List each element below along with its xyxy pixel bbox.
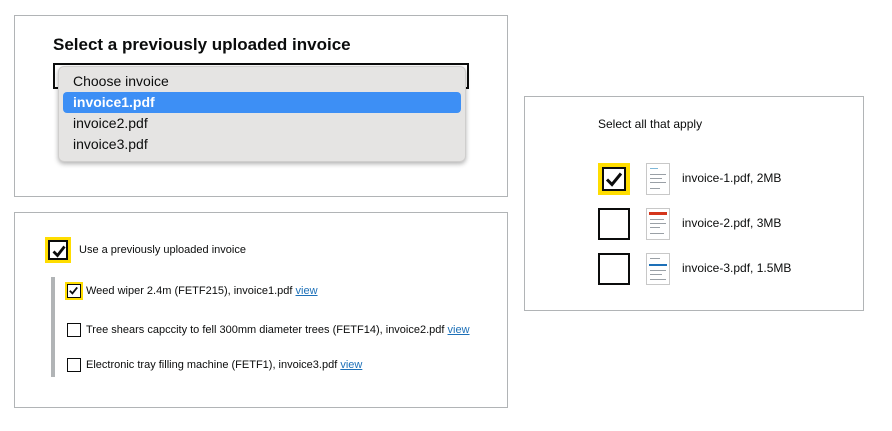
check-icon [69,286,78,295]
file-select-panel: Select all that apply invoice-1.pdf, 2MB [524,96,864,311]
tray-filling-checkbox[interactable] [67,358,81,372]
select-all-hint: Select all that apply [598,117,703,131]
select-heading: Select a previously uploaded invoice [53,35,351,54]
invoice-2-name: invoice-2.pdf, 3MB [682,216,782,230]
option-invoice2[interactable]: invoice2.pdf [63,113,461,134]
tree-shears-checkbox[interactable] [67,323,81,337]
option-choose-invoice[interactable]: Choose invoice [63,71,461,92]
weed-wiper-checkbox[interactable] [65,282,83,300]
tray-filling-label: Electronic tray filling machine (FETF1),… [86,359,338,371]
invoice-item-row: Electronic tray filling machine (FETF1),… [67,358,362,372]
option-invoice3[interactable]: invoice3.pdf [63,134,461,155]
nested-divider [51,277,55,377]
invoice-1-checkbox[interactable] [598,163,630,195]
invoice-options-list: Choose invoice invoice1.pdf invoice2.pdf… [58,66,466,162]
invoice-item-row: Tree shears capccity to fell 300mm diame… [67,323,470,337]
invoice-3-name: invoice-3.pdf, 1.5MB [682,261,792,275]
invoice-2-checkbox[interactable] [598,208,630,240]
view-invoice1-link[interactable]: view [296,285,318,297]
invoice-1-name: invoice-1.pdf, 2MB [682,171,782,185]
invoice-3-checkbox[interactable] [598,253,630,285]
weed-wiper-label: Weed wiper 2.4m (FETF215), invoice1.pdf [86,285,293,297]
invoice-select-panel: Select a previously uploaded invoice Cho… [14,15,508,197]
check-icon [52,245,66,258]
pdf-thumbnail-icon [646,208,670,240]
pdf-thumbnail-icon [646,163,670,195]
use-previous-invoice-label: Use a previously uploaded invoice [79,244,246,256]
view-invoice3-link[interactable]: view [340,359,362,371]
invoice-item-row: Weed wiper 2.4m (FETF215), invoice1.pdf … [65,282,318,300]
tree-shears-label: Tree shears capccity to fell 300mm diame… [86,324,445,336]
use-previous-invoice-checkbox[interactable] [45,237,71,263]
view-invoice2-link[interactable]: view [448,324,470,336]
nested-invoice-panel: Use a previously uploaded invoice Weed w… [14,212,508,408]
pdf-thumbnail-icon [646,253,670,285]
check-icon [605,172,623,187]
option-invoice1[interactable]: invoice1.pdf [63,92,461,113]
